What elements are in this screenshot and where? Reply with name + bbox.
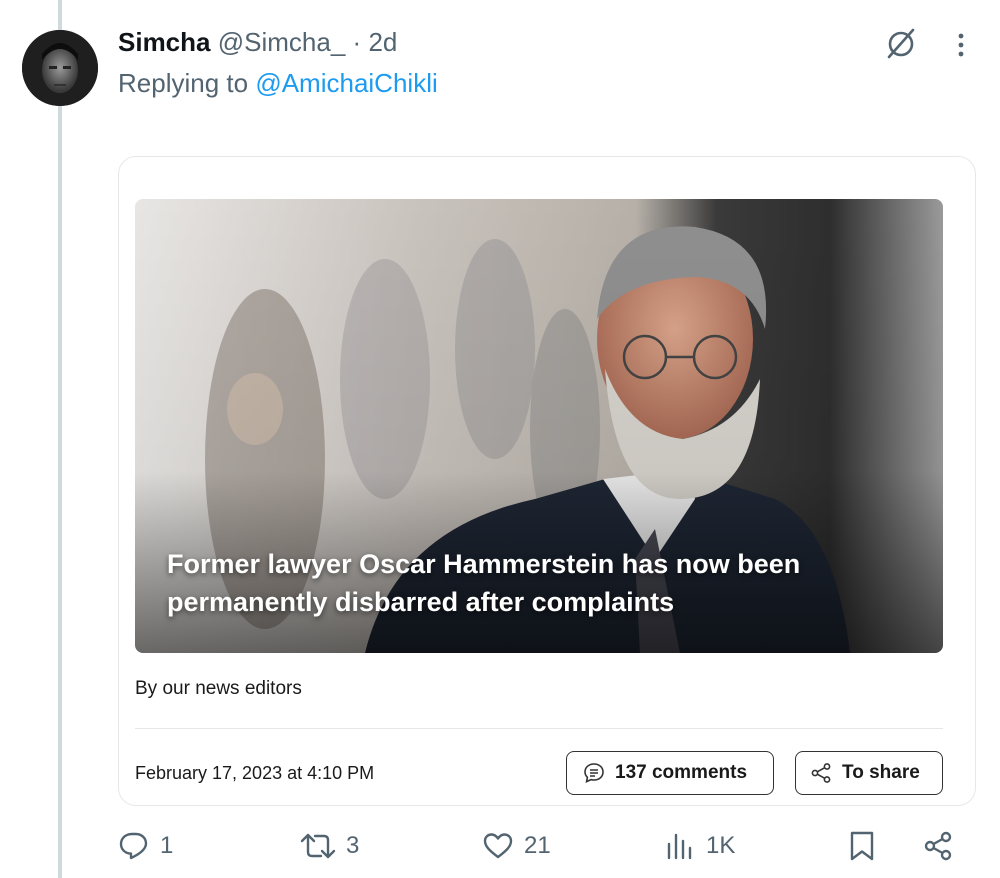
tweet-header: Simcha @Simcha_ · 2d — [118, 26, 397, 58]
like-action[interactable]: 21 — [482, 826, 551, 866]
comments-button[interactable]: 137 comments — [566, 751, 774, 795]
share-nodes-icon — [811, 763, 831, 783]
replying-to-label: Replying to — [118, 68, 256, 98]
comments-label: 137 comments — [615, 762, 748, 783]
views-count: 1K — [706, 832, 736, 859]
retweet-action[interactable]: 3 — [300, 826, 359, 866]
share-button[interactable]: To share — [795, 751, 943, 795]
separator-dot: · — [352, 27, 362, 57]
timestamp[interactable]: 2d — [368, 27, 397, 57]
share-icon — [924, 831, 952, 861]
article-date: February 17, 2023 at 4:10 PM — [135, 763, 375, 783]
views-icon — [667, 833, 692, 860]
divider — [135, 728, 943, 729]
display-name[interactable]: Simcha — [118, 27, 211, 57]
avatar-image — [22, 30, 98, 106]
avatar[interactable] — [22, 30, 98, 106]
reply-icon — [119, 832, 148, 860]
article-byline: By our news editors — [135, 678, 302, 699]
like-count: 21 — [524, 832, 551, 859]
mention-link[interactable]: @AmichaiChikli — [255, 68, 437, 98]
reply-action[interactable]: 1 — [118, 826, 173, 866]
retweet-count: 3 — [346, 832, 360, 859]
user-handle[interactable]: @Simcha_ — [218, 27, 346, 57]
bookmark-action[interactable] — [848, 826, 886, 866]
article-image: Former lawyer Oscar Hammerstein has now … — [135, 199, 943, 653]
tweet-actions: 1 3 21 1K — [0, 826, 1000, 866]
article-headline: Former lawyer Oscar Hammerstein has now … — [167, 549, 801, 617]
heart-icon — [483, 833, 513, 859]
comment-bubble-icon — [584, 763, 604, 783]
more-icon[interactable] — [954, 30, 968, 60]
grok-icon[interactable] — [884, 26, 918, 60]
thread-line — [58, 0, 62, 878]
retweet-icon — [300, 833, 336, 859]
bookmark-icon — [850, 831, 874, 861]
share-label: To share — [842, 762, 920, 783]
share-action[interactable] — [922, 826, 964, 866]
views-action[interactable]: 1K — [664, 826, 735, 866]
reply-count: 1 — [160, 832, 174, 859]
replying-to: Replying to @AmichaiChikli — [118, 67, 438, 99]
link-card[interactable]: Former lawyer Oscar Hammerstein has now … — [118, 156, 976, 806]
